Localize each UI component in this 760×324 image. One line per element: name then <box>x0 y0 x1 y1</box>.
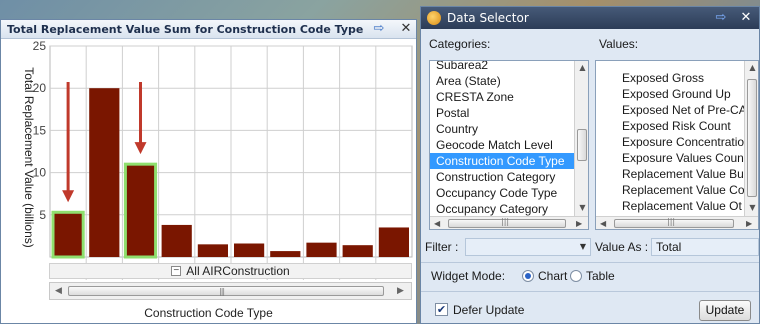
scroll-left-icon[interactable]: ◀ <box>434 219 440 228</box>
close-icon[interactable]: ✕ <box>399 22 413 36</box>
values-label: Values: <box>599 37 639 51</box>
y-tick-label: 25 <box>33 40 47 53</box>
bar <box>270 251 301 257</box>
scroll-up-icon[interactable]: ▲ <box>745 63 758 72</box>
chart-mode-radio[interactable] <box>522 270 534 282</box>
category-list-item[interactable]: Construction Category <box>430 169 575 185</box>
chart-horizontal-scrollbar[interactable]: ◀ ||| ▶ <box>49 282 412 300</box>
value-list-item[interactable]: Exposed Risk Count <box>616 118 746 134</box>
scroll-up-icon[interactable]: ▲ <box>575 63 588 72</box>
scroll-right-icon[interactable]: ▶ <box>397 286 404 296</box>
values-items: Exposed Gross Exposed Ground Up Exposed Ne… <box>616 70 747 229</box>
bar <box>51 210 85 259</box>
data-selector-titlebar[interactable]: Data Selector ⇨ ✕ <box>421 7 759 29</box>
scroll-left-icon[interactable]: ◀ <box>55 286 62 296</box>
x-axis-title: Construction Code Type <box>144 306 273 320</box>
scroll-right-icon[interactable]: ▶ <box>746 219 752 228</box>
chart-mode-label[interactable]: Chart <box>538 269 567 283</box>
close-icon[interactable]: ✕ <box>739 11 753 25</box>
group-header-row[interactable]: − All AIRConstruction <box>49 263 412 279</box>
collapse-toggle-icon[interactable]: − <box>171 266 182 276</box>
category-list-item[interactable]: Occupancy Code Type <box>430 185 575 201</box>
bar <box>234 243 265 257</box>
value-list-item[interactable]: Exposed Ground Up <box>616 86 746 102</box>
chart-window: Total Replacement Value Sum for Construc… <box>0 19 417 324</box>
data-selector-window: Data Selector ⇨ ✕ Categories: Values: Su… <box>420 6 760 324</box>
scroll-down-icon[interactable]: ▼ <box>745 203 758 212</box>
category-list-item[interactable]: Area (State) <box>430 73 575 89</box>
category-list-item[interactable]: Postal <box>430 105 575 121</box>
scrollbar-thumb[interactable]: ||| <box>448 217 566 228</box>
data-selector-title: Data Selector <box>447 11 529 25</box>
defer-update-checkbox[interactable]: ✔ <box>435 303 448 316</box>
bar <box>161 224 192 257</box>
value-as-label: Value As : <box>595 240 649 254</box>
scrollbar-thumb[interactable]: ||| <box>68 286 384 296</box>
category-list-item[interactable]: Occupancy Category <box>430 201 575 217</box>
table-mode-label[interactable]: Table <box>586 269 615 283</box>
chevron-down-icon[interactable]: ▼ <box>580 242 586 251</box>
bar-chart: 510152025JoistedLight mMasonReinfoReinfo… <box>1 40 416 282</box>
scrollbar-thumb[interactable]: ||| <box>614 217 734 228</box>
defer-update-label[interactable]: Defer Update <box>453 303 524 317</box>
value-list-item[interactable]: Exposed Gross <box>616 70 746 86</box>
dock-arrow-icon[interactable]: ⇨ <box>371 22 387 36</box>
value-list-item[interactable]: Exposure Concentratio <box>616 134 746 150</box>
update-button[interactable]: Update <box>699 300 751 321</box>
category-list-item[interactable]: Subarea2 <box>430 61 575 73</box>
bar-chart-svg: 510152025JoistedLight mMasonReinfoReinfo… <box>22 40 413 280</box>
values-list[interactable]: Exposed Gross Exposed Ground Up Exposed Ne… <box>595 60 759 230</box>
filter-label: Filter : <box>425 240 459 254</box>
divider <box>421 262 759 263</box>
value-list-item[interactable]: Replacement Value Ot <box>616 198 746 214</box>
scroll-left-icon[interactable]: ◀ <box>600 219 606 228</box>
bar <box>123 162 158 259</box>
scrollbar-thumb[interactable] <box>747 79 757 197</box>
category-list-item[interactable]: Construction Code Type <box>430 153 575 169</box>
chart-window-titlebar[interactable]: Total Replacement Value Sum for Construc… <box>1 20 416 39</box>
value-list-item[interactable]: Exposure Values Count <box>616 150 747 166</box>
scroll-right-icon[interactable]: ▶ <box>576 219 582 228</box>
y-tick-label: 5 <box>39 208 46 222</box>
values-vertical-scrollbar[interactable]: ▲ ▼ <box>744 61 758 216</box>
category-list-item[interactable]: Geocode Match Level <box>430 137 575 153</box>
app-icon <box>427 11 441 25</box>
category-list-item[interactable]: Country <box>430 121 575 137</box>
category-list-item[interactable]: CRESTA Zone <box>430 89 575 105</box>
bar <box>89 88 120 257</box>
categories-vertical-scrollbar[interactable]: ▲ ▼ <box>574 61 588 216</box>
categories-horizontal-scrollbar[interactable]: ◀ ||| ▶ <box>430 216 588 229</box>
value-list-item[interactable]: Exposed Net of Pre-CA <box>616 102 747 118</box>
categories-items: Subarea2 Area (State) CRESTA Zone Postal Cou… <box>430 61 575 217</box>
bar <box>342 245 373 257</box>
values-horizontal-scrollbar[interactable]: ◀ ||| ▶ <box>596 216 758 229</box>
value-list-item[interactable]: Replacement Value Bu <box>616 166 746 182</box>
bar <box>378 227 409 257</box>
value-list-item[interactable]: Replacement Value Co <box>616 182 746 198</box>
y-axis-title: Total Replacement Value (billions) <box>22 67 36 248</box>
scrollbar-thumb[interactable] <box>577 129 587 161</box>
chart-window-title: Total Replacement Value Sum for Construc… <box>7 23 364 36</box>
filter-dropdown[interactable]: ▼ <box>465 238 591 256</box>
bar <box>197 244 228 257</box>
scroll-down-icon[interactable]: ▼ <box>575 203 588 212</box>
table-mode-radio[interactable] <box>570 270 582 282</box>
value-as-field[interactable]: Total <box>651 238 759 256</box>
bar <box>306 242 337 257</box>
categories-list[interactable]: Subarea2 Area (State) CRESTA Zone Postal Cou… <box>429 60 589 230</box>
dock-arrow-icon[interactable]: ⇨ <box>713 11 729 25</box>
widget-mode-label: Widget Mode: <box>431 269 506 283</box>
group-label: All AIRConstruction <box>186 264 290 278</box>
categories-label: Categories: <box>429 37 491 51</box>
divider <box>421 291 759 292</box>
